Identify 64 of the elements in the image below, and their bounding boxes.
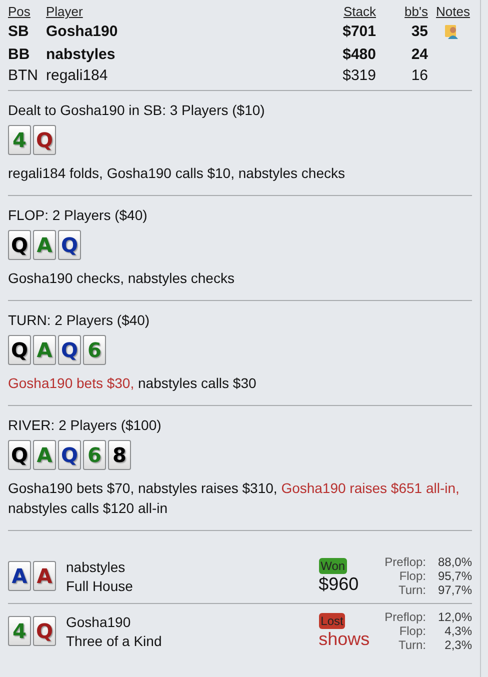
equity-value: 95,7%: [436, 569, 472, 583]
street-title: TURN: 2 Players ($40): [8, 312, 151, 328]
playing-card: 6: [83, 335, 106, 365]
playing-card: Q: [58, 440, 81, 470]
hand-name: Three of a Kind: [66, 632, 163, 648]
result-amount: shows: [318, 628, 370, 650]
equity-value: 97,7%: [436, 583, 472, 597]
equity-label: Turn:: [397, 583, 426, 597]
result-badge: Lost: [318, 612, 346, 628]
hand-name: Full House: [66, 578, 134, 594]
playing-card: Q: [8, 440, 31, 470]
result-badge: Won: [318, 558, 348, 574]
table-cell-text: BB: [8, 46, 31, 63]
equity-value: 12,0%: [436, 610, 472, 624]
table-cell-text: BTN: [8, 67, 39, 84]
table-cell-text: SB: [8, 23, 30, 42]
column-header: Stack: [342, 4, 376, 19]
equity-label: Turn:: [397, 638, 426, 652]
action-text: regali184 folds, Gosha190 calls $10, nabstyles checks: [8, 164, 346, 183]
result-amount: $960: [318, 574, 359, 594]
street-title: FLOP: 2 Players ($40): [8, 207, 148, 223]
column-header: bb's: [404, 4, 428, 19]
table-cell-text: regali184: [46, 67, 109, 84]
equity-label: Flop:: [398, 624, 426, 638]
player-name: nabstyles: [66, 558, 126, 574]
column-header: Player: [46, 4, 84, 19]
playing-card: A: [8, 561, 31, 591]
column-header: Pos: [8, 4, 32, 19]
playing-card: Q: [58, 335, 81, 365]
equity-label: Preflop:: [384, 610, 426, 624]
action-text: Gosha190 bets $30, nabstyles calls $30: [8, 374, 258, 393]
playing-card: Q: [58, 230, 81, 260]
person-note-icon[interactable]: [444, 23, 460, 39]
table-cell-text: $319: [342, 67, 376, 84]
column-header: Notes: [435, 4, 471, 19]
equity-value: 4,3%: [444, 624, 472, 638]
table-cell-text: nabstyles: [46, 46, 116, 63]
table-cell-text: 35: [410, 23, 428, 42]
playing-card: 4: [8, 616, 31, 646]
playing-card: Q: [8, 335, 31, 365]
table-cell-text: Gosha190: [46, 23, 119, 42]
playing-card: Q: [33, 125, 56, 155]
equity-label: Preflop:: [384, 555, 426, 569]
playing-card: 4: [8, 125, 31, 155]
playing-card: A: [33, 230, 56, 260]
equity-value: 88,0%: [436, 555, 472, 569]
playing-card: 6: [83, 440, 106, 470]
equity-label: Flop:: [398, 569, 426, 583]
street-title: Dealt to Gosha190 in SB: 3 Players ($10): [8, 102, 266, 118]
playing-card: 8: [108, 440, 131, 470]
player-name: Gosha190: [66, 614, 132, 630]
action-text: Gosha190 bets $70, nabstyles raises $310, Gosha190 raises $651 all-in, nabstyles calls $120 all-in: [8, 479, 460, 518]
action-text: Gosha190 checks, nabstyles checks: [8, 269, 236, 288]
equity-value: 2,3%: [444, 638, 472, 652]
table-cell-text: 24: [410, 46, 428, 63]
street-title: RIVER: 2 Players ($100): [8, 417, 162, 433]
table-cell-text: $701: [342, 23, 376, 42]
playing-card: A: [33, 335, 56, 365]
playing-card: Q: [33, 616, 56, 646]
playing-card: Q: [8, 230, 31, 260]
table-cell-text: 16: [410, 67, 428, 84]
playing-card: A: [33, 561, 56, 591]
table-cell-text: $480: [342, 46, 376, 63]
playing-card: A: [33, 440, 56, 470]
